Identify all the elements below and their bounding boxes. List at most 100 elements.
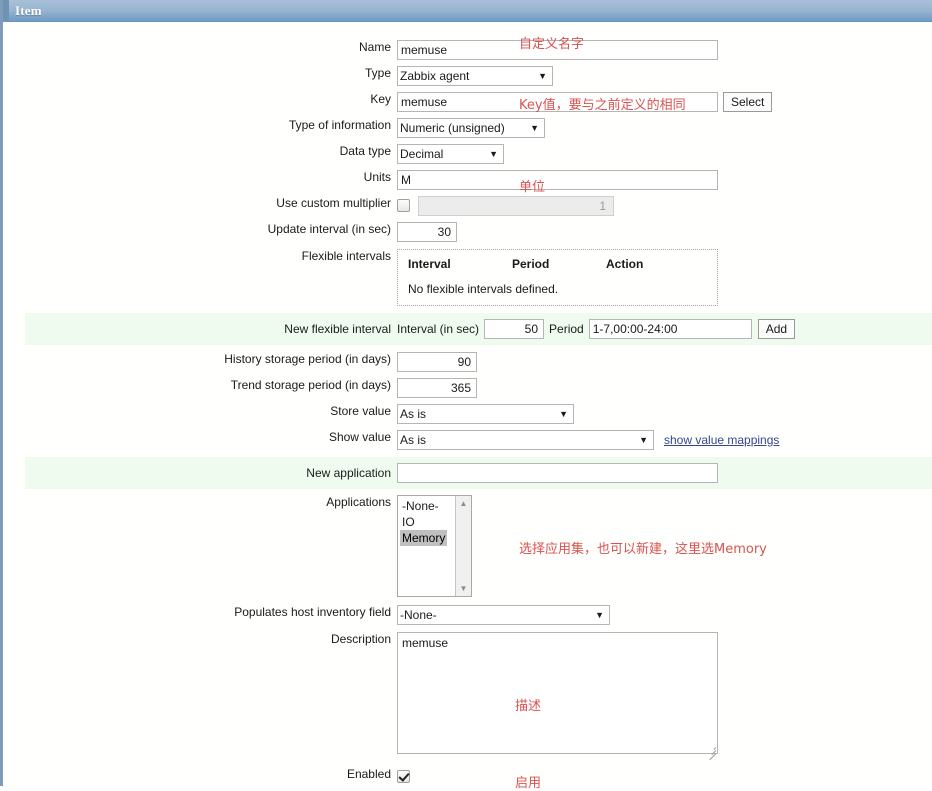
label-enabled: Enabled — [346, 767, 391, 781]
data-type-select[interactable]: Decimal — [397, 144, 504, 164]
listbox-scrollbar[interactable]: ▲ ▼ — [455, 496, 471, 596]
type-of-information-select-wrap: Numeric (unsigned) ▼ — [397, 118, 545, 138]
label-new-application: New application — [306, 466, 391, 480]
select-key-button[interactable]: Select — [723, 92, 773, 112]
item-window: Item Name Type Zabbix agent ▼ — [0, 0, 932, 791]
show-value-select[interactable]: As is — [397, 430, 654, 450]
label-store-value: Store value — [330, 404, 391, 418]
description-textarea[interactable] — [397, 632, 718, 754]
list-item[interactable]: Memory — [400, 530, 455, 546]
scroll-down-icon[interactable]: ▼ — [458, 584, 469, 593]
new-application-input[interactable] — [397, 463, 718, 483]
window-title-bar: Item — [3, 0, 932, 22]
title-accent-bar — [3, 0, 9, 22]
row-flexible-intervals: Flexible intervals Interval Period Actio… — [6, 249, 932, 306]
field-custom-multiplier — [397, 196, 932, 216]
green-row-left-inset — [6, 313, 25, 345]
show-value-select-wrap: As is ▼ — [397, 430, 654, 450]
store-value-select[interactable]: As is — [397, 404, 574, 424]
field-applications: -None- IO Memory ▲ ▼ — [397, 495, 932, 597]
field-units — [397, 170, 932, 190]
label-units: Units — [363, 170, 391, 184]
label-new-flexible-interval: New flexible interval — [284, 322, 391, 336]
field-type: Zabbix agent ▼ — [397, 66, 932, 86]
description-wrap — [397, 632, 718, 761]
green-row-left-inset — [6, 457, 25, 489]
units-input[interactable] — [397, 170, 718, 190]
row-applications: Applications -None- IO Memory ▲ ▼ — [6, 495, 932, 597]
label-interval-in-sec: Interval (in sec) — [397, 322, 480, 336]
row-data-type: Data type Decimal ▼ — [6, 144, 932, 164]
row-type: Type Zabbix agent ▼ — [6, 66, 932, 86]
row-name: Name — [6, 40, 932, 60]
key-input[interactable] — [397, 92, 718, 112]
type-of-information-select[interactable]: Numeric (unsigned) — [397, 118, 545, 138]
update-interval-input[interactable] — [397, 222, 457, 242]
row-trend-storage: Trend storage period (in days) — [6, 378, 932, 398]
host-inventory-select-wrap: -None- ▼ — [397, 605, 610, 625]
show-value-mappings-link[interactable]: show value mappings — [664, 430, 779, 450]
field-enabled — [397, 767, 932, 783]
row-new-flexible-interval: New flexible interval Interval (in sec) … — [6, 313, 932, 345]
data-type-select-wrap: Decimal ▼ — [397, 144, 504, 164]
column-header-interval: Interval — [408, 257, 451, 271]
field-history-storage — [397, 352, 932, 372]
custom-multiplier-checkbox[interactable] — [397, 199, 410, 212]
row-enabled: Enabled — [6, 767, 932, 783]
flexible-intervals-empty-text: No flexible intervals defined. — [408, 282, 559, 296]
label-name: Name — [358, 40, 391, 54]
host-inventory-select[interactable]: -None- — [397, 605, 610, 625]
row-custom-multiplier: Use custom multiplier — [6, 196, 932, 216]
column-header-action: Action — [606, 257, 644, 271]
field-show-value: As is ▼ show value mappings — [397, 430, 932, 450]
label-type: Type — [364, 66, 391, 80]
row-key: Key Select — [6, 92, 932, 112]
flexible-intervals-header: Interval Period Action — [408, 257, 707, 271]
row-description: Description — [6, 632, 932, 761]
applications-listbox[interactable]: -None- IO Memory ▲ ▼ — [397, 495, 472, 597]
application-option-memory: Memory — [400, 530, 448, 546]
label-update-interval: Update interval (in sec) — [267, 222, 391, 236]
row-type-of-information: Type of information Numeric (unsigned) ▼ — [6, 118, 932, 138]
scroll-up-icon[interactable]: ▲ — [458, 499, 469, 508]
row-new-application: New application — [6, 457, 932, 489]
row-history-storage: History storage period (in days) — [6, 352, 932, 372]
field-update-interval — [397, 222, 932, 242]
type-select[interactable]: Zabbix agent — [397, 66, 553, 86]
field-type-of-information: Numeric (unsigned) ▼ — [397, 118, 932, 138]
history-storage-input[interactable] — [397, 352, 477, 372]
row-units: Units — [6, 170, 932, 190]
enabled-checkbox[interactable] — [397, 770, 410, 783]
applications-options: -None- IO Memory — [398, 496, 455, 596]
field-name — [397, 40, 932, 60]
custom-multiplier-input — [418, 196, 614, 216]
item-form: Name Type Zabbix agent ▼ Key Sele — [6, 22, 932, 786]
row-host-inventory: Populates host inventory field -None- ▼ — [6, 605, 932, 625]
list-item[interactable]: -None- — [400, 498, 455, 514]
field-host-inventory: -None- ▼ — [397, 605, 932, 625]
add-flexible-interval-button[interactable]: Add — [757, 319, 796, 339]
new-interval-input[interactable] — [484, 319, 545, 339]
field-key: Select — [397, 92, 932, 112]
label-trend-storage: Trend storage period (in days) — [230, 378, 391, 392]
field-new-flexible-interval: Interval (in sec) Period Add — [397, 319, 932, 339]
name-input[interactable] — [397, 40, 718, 60]
new-period-input[interactable] — [588, 319, 752, 339]
application-option-none: -None- — [402, 499, 439, 513]
flexible-intervals-table: Interval Period Action No flexible inter… — [397, 249, 718, 306]
field-new-application — [397, 463, 932, 483]
label-type-of-information: Type of information — [288, 118, 391, 132]
field-trend-storage — [397, 378, 932, 398]
label-flexible-intervals: Flexible intervals — [301, 249, 391, 263]
label-period: Period — [549, 322, 584, 336]
label-custom-multiplier: Use custom multiplier — [276, 196, 391, 210]
row-store-value: Store value As is ▼ — [6, 404, 932, 424]
field-data-type: Decimal ▼ — [397, 144, 932, 164]
list-item[interactable]: IO — [400, 514, 455, 530]
label-description: Description — [330, 632, 391, 646]
application-option-io: IO — [402, 515, 415, 529]
trend-storage-input[interactable] — [397, 378, 477, 398]
row-update-interval: Update interval (in sec) — [6, 222, 932, 242]
row-show-value: Show value As is ▼ show value mappings — [6, 430, 932, 450]
label-host-inventory: Populates host inventory field — [234, 605, 391, 619]
